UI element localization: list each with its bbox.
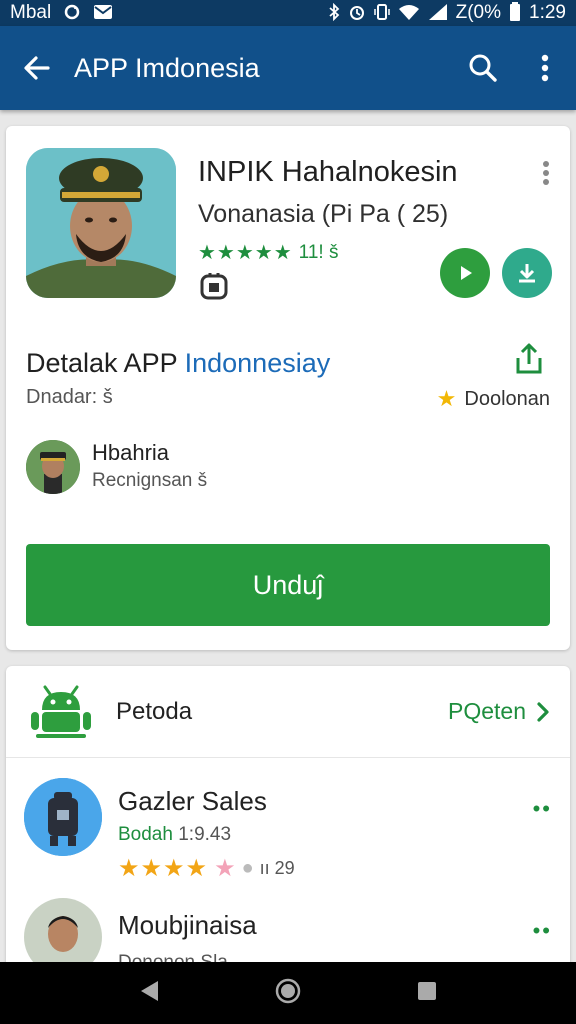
status-bar: Mbal Z(0% 1:29 bbox=[0, 0, 576, 26]
see-more-link[interactable]: PQeten bbox=[448, 698, 550, 725]
list-item[interactable]: Gazler Sales Bodah 1:9.43 ★★★★ ★ ● ıı 29… bbox=[6, 766, 570, 886]
detail-title: Detalak APP Indonnesiay bbox=[26, 348, 330, 379]
mail-icon bbox=[93, 4, 113, 23]
install-button[interactable]: Unduĵ bbox=[26, 544, 550, 626]
wifi-icon bbox=[398, 3, 420, 24]
list-item-subtitle-accent: Bodah bbox=[118, 824, 173, 845]
rating-stars: ★★★★★ bbox=[198, 242, 293, 264]
overflow-menu-button[interactable] bbox=[514, 54, 576, 82]
developer-label: Dnadar: š bbox=[26, 386, 113, 408]
nav-home-button[interactable] bbox=[275, 978, 301, 1009]
play-button[interactable] bbox=[440, 248, 490, 298]
app-name: INPIK Hahalnokesin bbox=[198, 156, 458, 188]
app-subtitle: Vonanasia (Pi Pa ( 25) bbox=[198, 200, 449, 228]
rating-count: ıı 29 bbox=[259, 858, 295, 878]
avatar bbox=[26, 440, 80, 494]
dot-icon: ● bbox=[241, 857, 254, 879]
see-more-label: PQeten bbox=[448, 698, 526, 724]
system-nav-bar bbox=[0, 962, 576, 1024]
list-item-rating: ★★★★ ★ ● ıı 29 bbox=[118, 854, 295, 883]
list-item-title: Moubjinaisa bbox=[118, 910, 257, 940]
app-icon-image bbox=[26, 148, 176, 298]
signal-icon bbox=[428, 3, 448, 24]
app-detail-card: INPIK Hahalnokesin Vonanasia (Pi Pa ( 25… bbox=[6, 126, 570, 650]
rating-stars: ★★★★ bbox=[118, 855, 209, 882]
nav-back-icon bbox=[140, 980, 158, 1001]
nav-recents-button[interactable] bbox=[416, 980, 438, 1007]
more-horiz-icon: •• bbox=[532, 796, 552, 821]
nav-recents-icon bbox=[418, 981, 437, 1000]
download-count-label: ★ Doolonan bbox=[437, 386, 550, 412]
list-item-subtitle-rest: 1:9.43 bbox=[172, 824, 232, 845]
half-star-icon: ★ bbox=[214, 855, 236, 882]
app-rating: ★★★★★ 11! š bbox=[198, 240, 338, 265]
alarm-icon bbox=[348, 3, 366, 24]
list-item-more-button[interactable]: •• bbox=[533, 796, 552, 822]
back-button[interactable] bbox=[0, 53, 74, 83]
play-arrow-icon bbox=[461, 266, 472, 280]
card-overflow-button[interactable] bbox=[542, 160, 550, 191]
more-horiz-icon: •• bbox=[532, 918, 552, 943]
list-item-more-button[interactable]: •• bbox=[533, 918, 552, 944]
star-icon: ★ bbox=[436, 386, 457, 411]
bluetooth-icon bbox=[328, 2, 340, 24]
app-bar-title: APP Imdonesia bbox=[74, 52, 260, 83]
more-vert-icon bbox=[543, 161, 549, 185]
content-rating-icon bbox=[200, 272, 228, 300]
chevron-right-icon bbox=[537, 701, 549, 722]
android-icon bbox=[28, 684, 94, 747]
arrow-back-icon bbox=[24, 56, 50, 80]
download-count-text: Doolonan bbox=[464, 387, 550, 410]
clock: 1:29 bbox=[529, 2, 566, 23]
nav-home-icon bbox=[275, 978, 301, 1003]
carrier-label: Mbal bbox=[10, 2, 52, 23]
download-circle-button[interactable] bbox=[502, 248, 552, 298]
download-icon bbox=[519, 264, 535, 283]
search-button[interactable] bbox=[452, 53, 514, 83]
sync-icon bbox=[63, 3, 81, 24]
related-apps-card: Petoda PQeten Gazler Sales Bodah 1:9.43 … bbox=[6, 666, 570, 976]
rating-count: 11! š bbox=[298, 241, 339, 263]
app-bar: APP Imdonesia bbox=[0, 26, 576, 110]
list-item-subtitle: Bodah 1:9.43 bbox=[118, 824, 231, 846]
more-vert-icon bbox=[541, 54, 549, 82]
reviewer-subtitle: Recnignsan š bbox=[92, 470, 208, 491]
list-item-title: Gazler Sales bbox=[118, 786, 267, 816]
section-title: Petoda bbox=[116, 698, 193, 725]
list-item-avatar bbox=[24, 778, 102, 856]
vibrate-icon bbox=[373, 3, 390, 24]
search-icon bbox=[469, 54, 497, 82]
nav-back-button[interactable] bbox=[138, 979, 160, 1008]
reviewer-name: Hbahria bbox=[92, 440, 170, 465]
detail-title-main: Detalak APP bbox=[26, 348, 185, 378]
section-header: Petoda PQeten bbox=[6, 666, 570, 758]
battery-icon bbox=[509, 1, 521, 25]
detail-title-accent: Indonnesiay bbox=[184, 348, 331, 378]
battery-percent: Z(0% bbox=[455, 2, 502, 23]
share-button[interactable] bbox=[512, 342, 546, 381]
share-icon bbox=[516, 343, 542, 374]
